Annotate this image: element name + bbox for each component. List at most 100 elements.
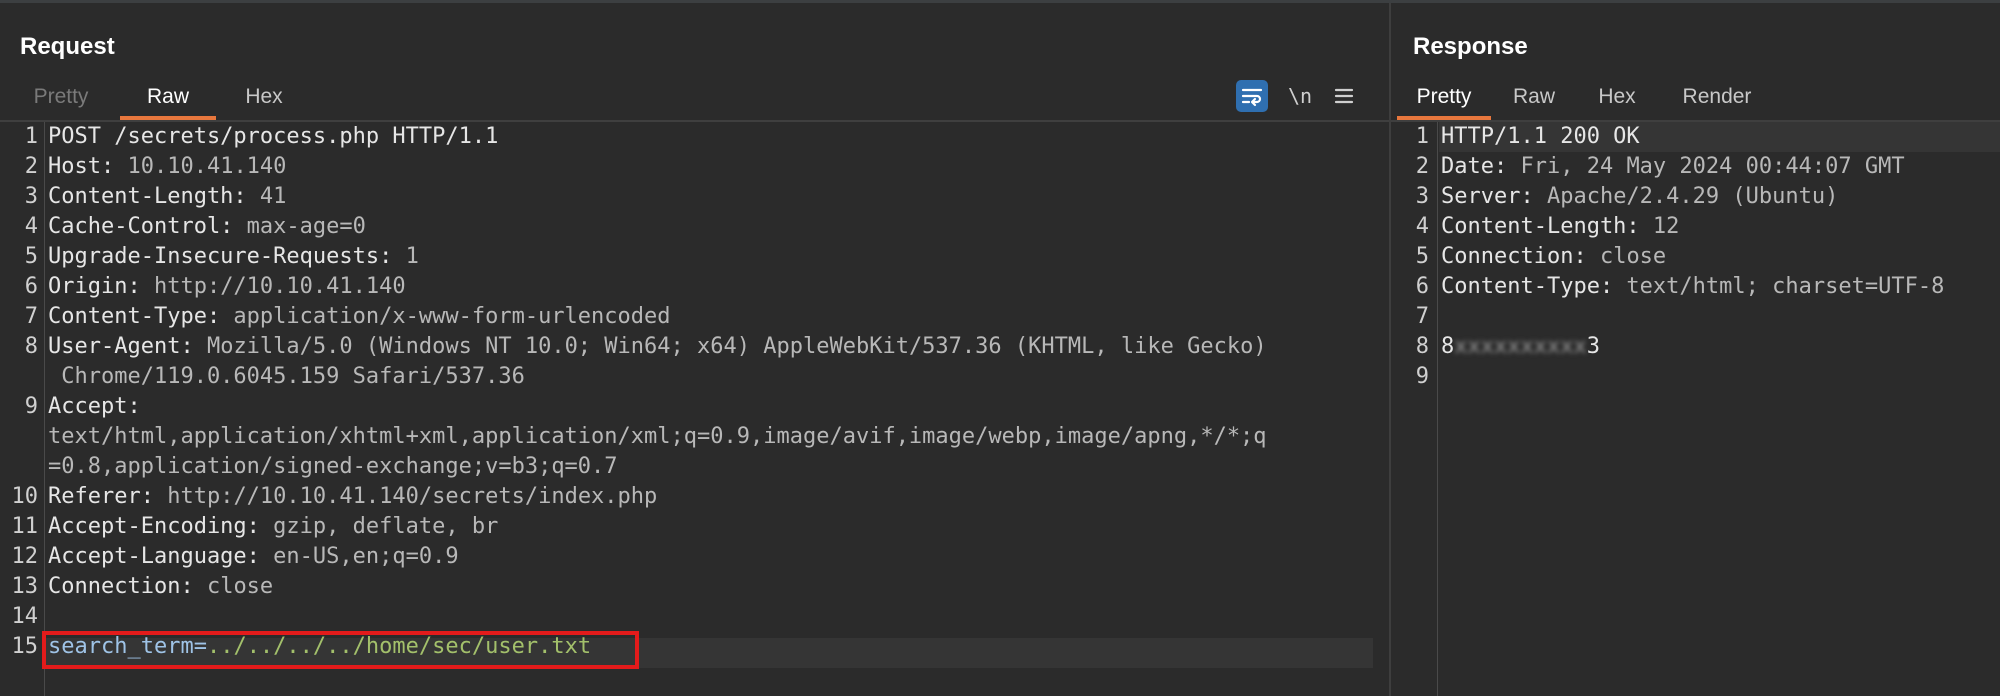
header-value: http://10.10.41.140 <box>140 274 406 299</box>
header-value: gzip, deflate, br <box>259 514 499 539</box>
header-name: Content-Type: <box>1441 274 1614 299</box>
header-value: en-US,en;q=0.9 <box>259 544 459 569</box>
line-number: 5 <box>1415 244 1429 269</box>
header-value: close <box>1586 244 1667 269</box>
response-line: Content-Length: 12 <box>1441 214 1679 239</box>
line-number: 7 <box>1415 304 1429 329</box>
line-number: 15 <box>11 634 39 659</box>
header-name: Accept-Encoding: <box>48 514 260 539</box>
header-name: Connection: <box>48 574 194 599</box>
request-line: Accept-Language: en-US,en;q=0.9 <box>48 544 459 569</box>
header-name: Referer: <box>48 484 154 509</box>
request-line-key: POST /secrets/process.php HTTP/1.1 <box>48 124 499 149</box>
request-editor[interactable]: 1 2 3 4 5 6 7 8 9 10 11 12 13 14 15 POST… <box>0 122 1389 696</box>
header-name: Accept-Language: <box>48 544 260 569</box>
response-pane: Response Pretty Raw Hex Render 1 2 3 4 5… <box>1391 3 2000 696</box>
header-value: Mozilla/5.0 (Windows NT 10.0; Win64; x64… <box>193 334 1267 359</box>
header-name: Date: <box>1441 154 1508 179</box>
show-newlines-icon[interactable]: \n <box>1284 80 1316 112</box>
header-name: User-Agent: <box>48 334 194 359</box>
request-line: POST /secrets/process.php HTTP/1.1 <box>48 124 498 149</box>
request-toolbar: \n <box>1236 80 1376 112</box>
header-name: Host: <box>48 154 115 179</box>
menu-icon[interactable] <box>1328 80 1360 112</box>
header-name: Upgrade-Insecure-Requests: <box>48 244 393 269</box>
request-tab-hex[interactable]: Hex <box>220 75 308 119</box>
response-tab-pretty[interactable]: Pretty <box>1397 75 1491 120</box>
request-line: Content-Length: 41 <box>48 184 286 209</box>
response-body-line: 8xxxxxxxxxx3 <box>1441 334 1600 359</box>
line-number: 6 <box>24 274 38 299</box>
wrap-lines-icon <box>1241 88 1263 107</box>
request-line-wrapped: text/html,application/xhtml+xml,applicat… <box>48 424 1267 449</box>
line-number: 8 <box>1415 334 1429 359</box>
request-line-wrapped: =0.8,application/signed-exchange;v=b3;q=… <box>48 454 618 479</box>
line-number: 3 <box>24 184 38 209</box>
line-number: 9 <box>24 394 38 419</box>
header-value: 41 <box>246 184 287 209</box>
line-number: 4 <box>1415 214 1429 239</box>
request-tab-pretty[interactable]: Pretty <box>14 75 108 119</box>
header-name: Connection: <box>1441 244 1587 269</box>
request-gutter-border <box>44 122 45 696</box>
header-name: Server: <box>1441 184 1534 209</box>
line-number: 4 <box>24 214 38 239</box>
line-number: 13 <box>11 574 39 599</box>
highlight-box <box>42 631 639 669</box>
response-line: Connection: close <box>1441 244 1666 269</box>
response-line: Date: Fri, 24 May 2024 00:44:07 GMT <box>1441 154 1905 179</box>
line-number: 10 <box>11 484 39 509</box>
response-tab-hex[interactable]: Hex <box>1577 75 1657 119</box>
line-number: 1 <box>24 124 38 149</box>
header-value: http://10.10.41.140/secrets/index.php <box>153 484 658 509</box>
header-value: close <box>193 574 274 599</box>
word-wrap-icon[interactable] <box>1236 80 1268 112</box>
header-value: Apache/2.4.29 (Ubuntu) <box>1533 184 1839 209</box>
line-number: 8 <box>24 334 38 359</box>
line-number: 3 <box>1415 184 1429 209</box>
header-name: Cache-Control: <box>48 214 234 239</box>
line-number: 9 <box>1415 364 1429 389</box>
response-tabs: Pretty Raw Hex Render <box>1391 75 2000 120</box>
request-line: Cache-Control: max-age=0 <box>48 214 366 239</box>
request-line: Content-Type: application/x-www-form-url… <box>48 304 671 329</box>
line-number: 1 <box>1415 124 1429 149</box>
redacted-text: xxxxxxxxxx <box>1454 334 1587 359</box>
request-line: Referer: http://10.10.41.140/secrets/ind… <box>48 484 657 509</box>
request-line: User-Agent: Mozilla/5.0 (Windows NT 10.0… <box>48 334 1267 359</box>
response-tab-raw[interactable]: Raw <box>1491 75 1577 119</box>
response-tab-render[interactable]: Render <box>1661 75 1773 119</box>
request-line: Accept: <box>48 394 141 419</box>
header-value: 10.10.41.140 <box>114 154 287 179</box>
line-number: 11 <box>11 514 39 539</box>
response-title: Response <box>1413 33 1528 60</box>
header-name: Content-Length: <box>48 184 247 209</box>
header-name: Content-Type: <box>48 304 221 329</box>
line-number: 2 <box>24 154 38 179</box>
response-line: Server: Apache/2.4.29 (Ubuntu) <box>1441 184 1838 209</box>
line-number: 2 <box>1415 154 1429 179</box>
status-line: HTTP/1.1 200 OK <box>1441 124 1640 149</box>
response-editor[interactable]: 1 2 3 4 5 6 7 8 9 HTTP/1.1 200 OK Date: … <box>1391 122 2000 696</box>
line-number: 7 <box>24 304 38 329</box>
header-value: application/x-www-form-urlencoded <box>220 304 671 329</box>
request-line-wrapped: Chrome/119.0.6045.159 Safari/537.36 <box>48 364 525 389</box>
line-number: 6 <box>1415 274 1429 299</box>
response-line: Content-Type: text/html; charset=UTF-8 <box>1441 274 1944 299</box>
request-line: Connection: close <box>48 574 273 599</box>
response-gutter-border <box>1437 122 1438 696</box>
line-number: 5 <box>24 244 38 269</box>
request-line: Upgrade-Insecure-Requests: 1 <box>48 244 419 269</box>
header-value-continuation: Chrome/119.0.6045.159 Safari/537.36 <box>48 364 525 389</box>
header-value-continuation: =0.8,application/signed-exchange;v=b3;q=… <box>48 454 618 479</box>
header-name: Origin: <box>48 274 141 299</box>
header-value-continuation: text/html,application/xhtml+xml,applicat… <box>48 424 1267 449</box>
request-tab-raw[interactable]: Raw <box>120 75 216 120</box>
header-value: 1 <box>392 244 419 269</box>
request-line: Accept-Encoding: gzip, deflate, br <box>48 514 498 539</box>
request-line: Origin: http://10.10.41.140 <box>48 274 406 299</box>
header-name: Accept: <box>48 394 141 419</box>
header-value: text/html; charset=UTF-8 <box>1613 274 1945 299</box>
hamburger-icon <box>1334 88 1354 104</box>
body-text-end: 3 <box>1586 334 1600 359</box>
